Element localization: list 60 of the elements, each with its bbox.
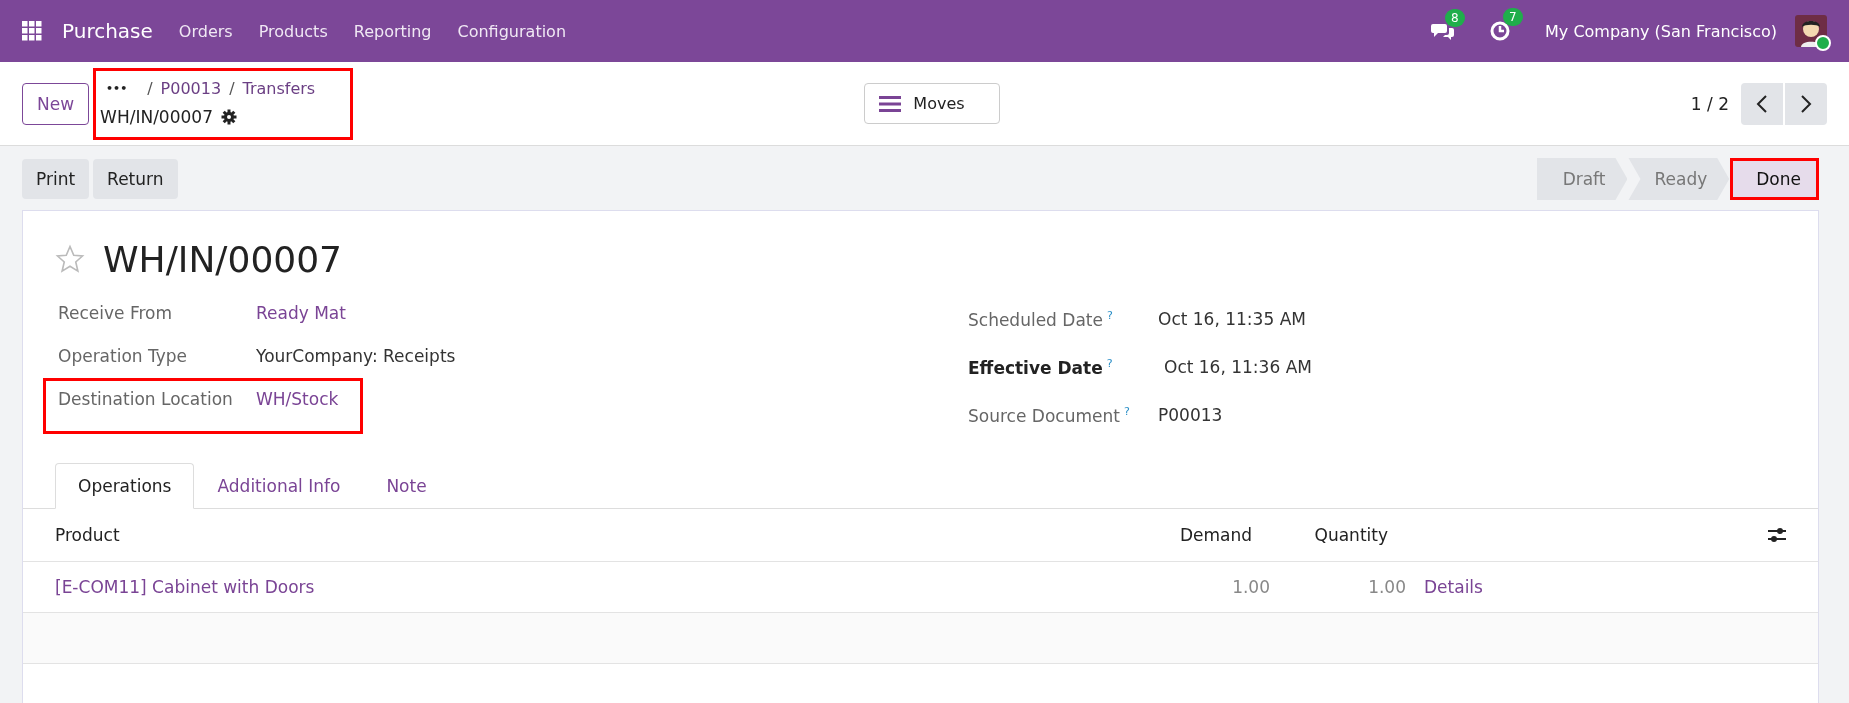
help-tooltip[interactable]: ? [1106, 308, 1113, 322]
column-settings-icon[interactable] [1768, 527, 1786, 543]
activity-count-badge: 7 [1503, 8, 1523, 26]
company-switcher[interactable]: My Company (San Francisco) [1545, 21, 1777, 41]
field-label: Operation Type [58, 346, 189, 366]
menu-item[interactable]: Reporting [353, 21, 432, 41]
field-value: Oct 16, 11:35 AM [1158, 309, 1306, 329]
field-label: Receive From [58, 303, 174, 323]
moves-button[interactable]: Moves [864, 83, 1000, 124]
column-header[interactable]: Product [55, 525, 1132, 545]
action-button[interactable]: Print [22, 159, 90, 199]
table-cell-text: 1.00 [1231, 577, 1270, 597]
breadcrumb-separator: / [147, 79, 153, 98]
star-icon[interactable] [55, 244, 85, 274]
breadcrumb-ellipsis[interactable]: ••• [106, 82, 128, 95]
field-label: Scheduled Date [968, 309, 1103, 330]
field-label: Effective Date [968, 357, 1103, 378]
column-header[interactable]: Demand [1132, 525, 1252, 545]
chat-icon[interactable] [1431, 21, 1456, 41]
status-stage[interactable]: Done [1730, 158, 1819, 200]
menu-item[interactable]: Configuration [457, 21, 567, 41]
table-cell-text: 1.00 [1367, 577, 1406, 597]
field-link[interactable]: WH/Stock [256, 389, 339, 409]
field-label: Destination Location [58, 389, 234, 409]
pager-value: 1 / 2 [1690, 93, 1729, 114]
field-label: Source Document [968, 405, 1120, 426]
clock-icon[interactable] [1489, 20, 1512, 42]
help-tooltip[interactable]: ? [1123, 404, 1130, 418]
next-button[interactable] [1785, 82, 1827, 125]
chevron-right-icon [1800, 93, 1812, 114]
chevron-left-icon [1756, 93, 1768, 114]
menu-item[interactable]: Orders [178, 21, 233, 41]
settings-icon[interactable] [220, 108, 237, 125]
app-name[interactable]: Purchase [62, 19, 153, 43]
breadcrumb-link[interactable]: P00013 [160, 79, 222, 98]
help-tooltip[interactable]: ? [1106, 356, 1113, 370]
previous-button[interactable] [1741, 82, 1783, 125]
status-stage[interactable]: Draft [1536, 158, 1628, 200]
field-link[interactable]: Ready Mat [256, 303, 346, 323]
user-avatar-icon[interactable] [1795, 15, 1827, 47]
product-link[interactable]: [E-COM11] Cabinet with Doors [55, 577, 1150, 597]
breadcrumb-link[interactable]: Transfers [242, 79, 316, 98]
menu-icon [879, 95, 902, 112]
notebook-tab[interactable]: Note [363, 463, 450, 509]
breadcrumb-current: WH/IN/00007 [100, 106, 213, 127]
notebook-tab[interactable]: Additional Info [194, 463, 364, 509]
record-title: WH/IN/00007 [103, 238, 342, 280]
status-stage[interactable]: Ready [1628, 158, 1730, 200]
notebook-tab[interactable]: Operations [55, 463, 195, 509]
field-value: Oct 16, 11:36 AM [1163, 357, 1312, 377]
menu-item[interactable]: Products [258, 21, 328, 41]
field-value: P00013 [1158, 405, 1223, 425]
apps-menu-icon[interactable] [22, 21, 42, 41]
details-link[interactable]: Details [1424, 577, 1483, 597]
column-header[interactable]: Quantity [1252, 525, 1388, 545]
action-button[interactable]: Return [93, 159, 178, 199]
field-value: YourCompany: Receipts [256, 346, 456, 366]
message-count-badge: 8 [1445, 9, 1465, 27]
breadcrumb-separator: / [229, 79, 235, 98]
new-button[interactable]: New [22, 82, 90, 125]
